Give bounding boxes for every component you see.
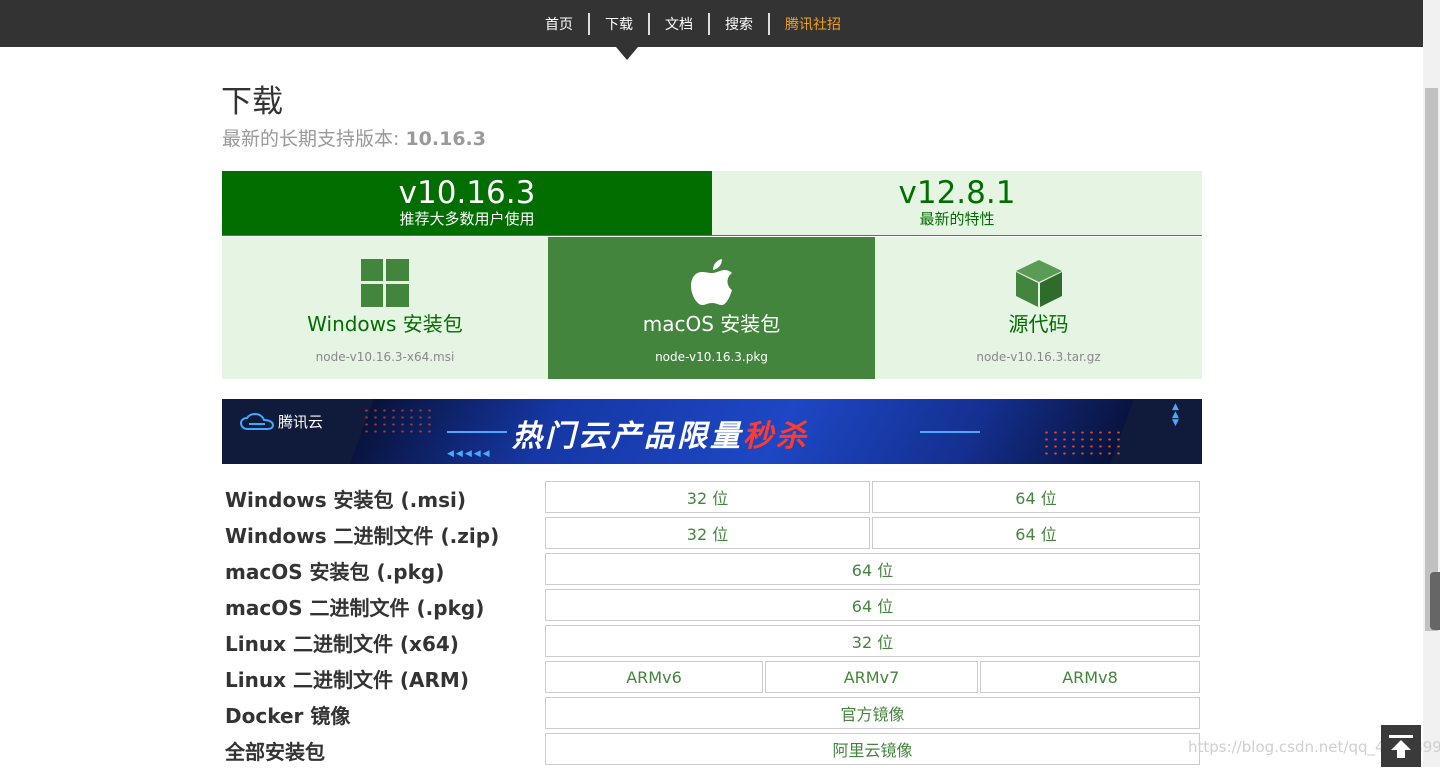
row-label: macOS 二进制文件 (.pkg) bbox=[225, 596, 485, 620]
row-label: Linux 二进制文件 (x64) bbox=[225, 632, 459, 656]
lts-version: 10.16.3 bbox=[405, 128, 486, 150]
banner-updown-icon: ▲ ▲ ▼ bbox=[1172, 402, 1179, 428]
windows-installer-card[interactable]: Windows 安装包 node-v10.16.3-x64.msi bbox=[222, 237, 548, 379]
tab-version-subtitle: 推荐大多数用户使用 bbox=[399, 210, 535, 228]
download-link[interactable]: 64 位 bbox=[545, 553, 1200, 585]
download-link[interactable]: ARMv6 bbox=[545, 661, 763, 693]
source-box-icon bbox=[1014, 258, 1064, 308]
row-label: 全部安装包 bbox=[225, 740, 325, 764]
active-nav-caret bbox=[616, 47, 638, 60]
promo-hot: 秒杀 bbox=[743, 419, 809, 454]
page-title: 下载 bbox=[221, 84, 283, 120]
card-label: macOS 安装包 bbox=[642, 312, 781, 336]
table-row: macOS 二进制文件 (.pkg) 64 位 bbox=[222, 588, 1202, 624]
banner-deco-line bbox=[920, 431, 980, 433]
row-label: macOS 安装包 (.pkg) bbox=[225, 560, 445, 584]
banner-brand: 腾讯云 bbox=[278, 413, 324, 431]
top-navigation: 首页 下载 文档 搜索 腾讯社招 bbox=[0, 0, 1423, 47]
windows-icon bbox=[361, 258, 409, 308]
table-row: 全部安装包 阿里云镜像 bbox=[222, 732, 1202, 768]
back-to-top-button[interactable] bbox=[1381, 725, 1421, 767]
version-tabs: v10.16.3 推荐大多数用户使用 v12.8.1 最新的特性 bbox=[222, 171, 1202, 236]
tab-lts-version[interactable]: v10.16.3 推荐大多数用户使用 bbox=[222, 171, 712, 235]
promo-main: 热门云产品限量 bbox=[512, 419, 743, 454]
table-row: Docker 镜像 官方镜像 bbox=[222, 696, 1202, 732]
row-label: Linux 二进制文件 (ARM) bbox=[225, 668, 469, 692]
tab-version-subtitle: 最新的特性 bbox=[919, 210, 995, 228]
banner-promo-text: 热门云产品限量秒杀 bbox=[512, 411, 809, 455]
download-link[interactable]: 官方镜像 bbox=[545, 697, 1200, 729]
lts-version-line: 最新的长期支持版本: 10.16.3 bbox=[222, 124, 486, 151]
card-label: Windows 安装包 bbox=[307, 312, 463, 336]
source-code-card[interactable]: 源代码 node-v10.16.3.tar.gz bbox=[875, 237, 1202, 379]
tab-version-number: v10.16.3 bbox=[398, 175, 536, 211]
download-cards: Windows 安装包 node-v10.16.3-x64.msi macOS … bbox=[222, 237, 1202, 379]
tencent-cloud-logo: 腾讯云 bbox=[240, 411, 323, 432]
card-filename: node-v10.16.3-x64.msi bbox=[315, 350, 455, 364]
card-filename: node-v10.16.3.tar.gz bbox=[976, 350, 1101, 364]
card-filename: node-v10.16.3.pkg bbox=[655, 350, 768, 364]
card-label: 源代码 bbox=[1008, 312, 1069, 336]
apple-icon bbox=[690, 258, 733, 308]
banner-arrows-icon: ◀◀◀◀◀ bbox=[447, 449, 492, 459]
table-row: Linux 二进制文件 (ARM) ARMv6 ARMv7 ARMv8 bbox=[222, 660, 1202, 696]
tab-current-version[interactable]: v12.8.1 最新的特性 bbox=[712, 171, 1202, 235]
download-link[interactable]: 32 位 bbox=[545, 517, 870, 549]
download-link[interactable]: 64 位 bbox=[872, 481, 1200, 513]
table-row: macOS 安装包 (.pkg) 64 位 bbox=[222, 552, 1202, 588]
tencent-cloud-ad-banner[interactable]: 腾讯云 热门云产品限量秒杀 ◀◀◀◀◀ ▲ ▲ ▼ bbox=[222, 399, 1202, 464]
nav-download-link[interactable]: 下载 bbox=[590, 14, 648, 34]
table-row: Windows 安装包 (.msi) 32 位 64 位 bbox=[222, 480, 1202, 516]
row-label: Windows 安装包 (.msi) bbox=[225, 488, 466, 512]
scrollbar-thumb[interactable] bbox=[1425, 88, 1438, 631]
row-label: Windows 二进制文件 (.zip) bbox=[225, 524, 500, 548]
download-link[interactable]: 64 位 bbox=[545, 589, 1200, 621]
side-widget-tab[interactable] bbox=[1430, 572, 1440, 630]
cloud-icon bbox=[240, 412, 274, 430]
banner-deco-line bbox=[447, 431, 507, 433]
table-row: Linux 二进制文件 (x64) 32 位 bbox=[222, 624, 1202, 660]
download-link[interactable]: ARMv7 bbox=[765, 661, 978, 693]
banner-dot-pattern bbox=[1042, 429, 1122, 457]
nav-home-link[interactable]: 首页 bbox=[530, 14, 588, 34]
row-label: Docker 镜像 bbox=[225, 704, 351, 728]
nav-docs-link[interactable]: 文档 bbox=[650, 14, 708, 34]
banner-dot-pattern bbox=[362, 407, 432, 437]
table-row: Windows 二进制文件 (.zip) 32 位 64 位 bbox=[222, 516, 1202, 552]
download-link[interactable]: 64 位 bbox=[872, 517, 1200, 549]
nav-tencent-jobs-link[interactable]: 腾讯社招 bbox=[770, 14, 856, 34]
arrow-up-icon bbox=[1389, 735, 1413, 758]
download-link[interactable]: 阿里云镜像 bbox=[545, 733, 1200, 765]
nav-search-link[interactable]: 搜索 bbox=[710, 14, 768, 34]
download-link[interactable]: 32 位 bbox=[545, 481, 870, 513]
lts-prefix: 最新的长期支持版本: bbox=[222, 128, 406, 150]
macos-installer-card[interactable]: macOS 安装包 node-v10.16.3.pkg bbox=[548, 237, 875, 379]
download-link[interactable]: ARMv8 bbox=[980, 661, 1200, 693]
download-link[interactable]: 32 位 bbox=[545, 625, 1200, 657]
tab-version-number: v12.8.1 bbox=[898, 175, 1016, 211]
